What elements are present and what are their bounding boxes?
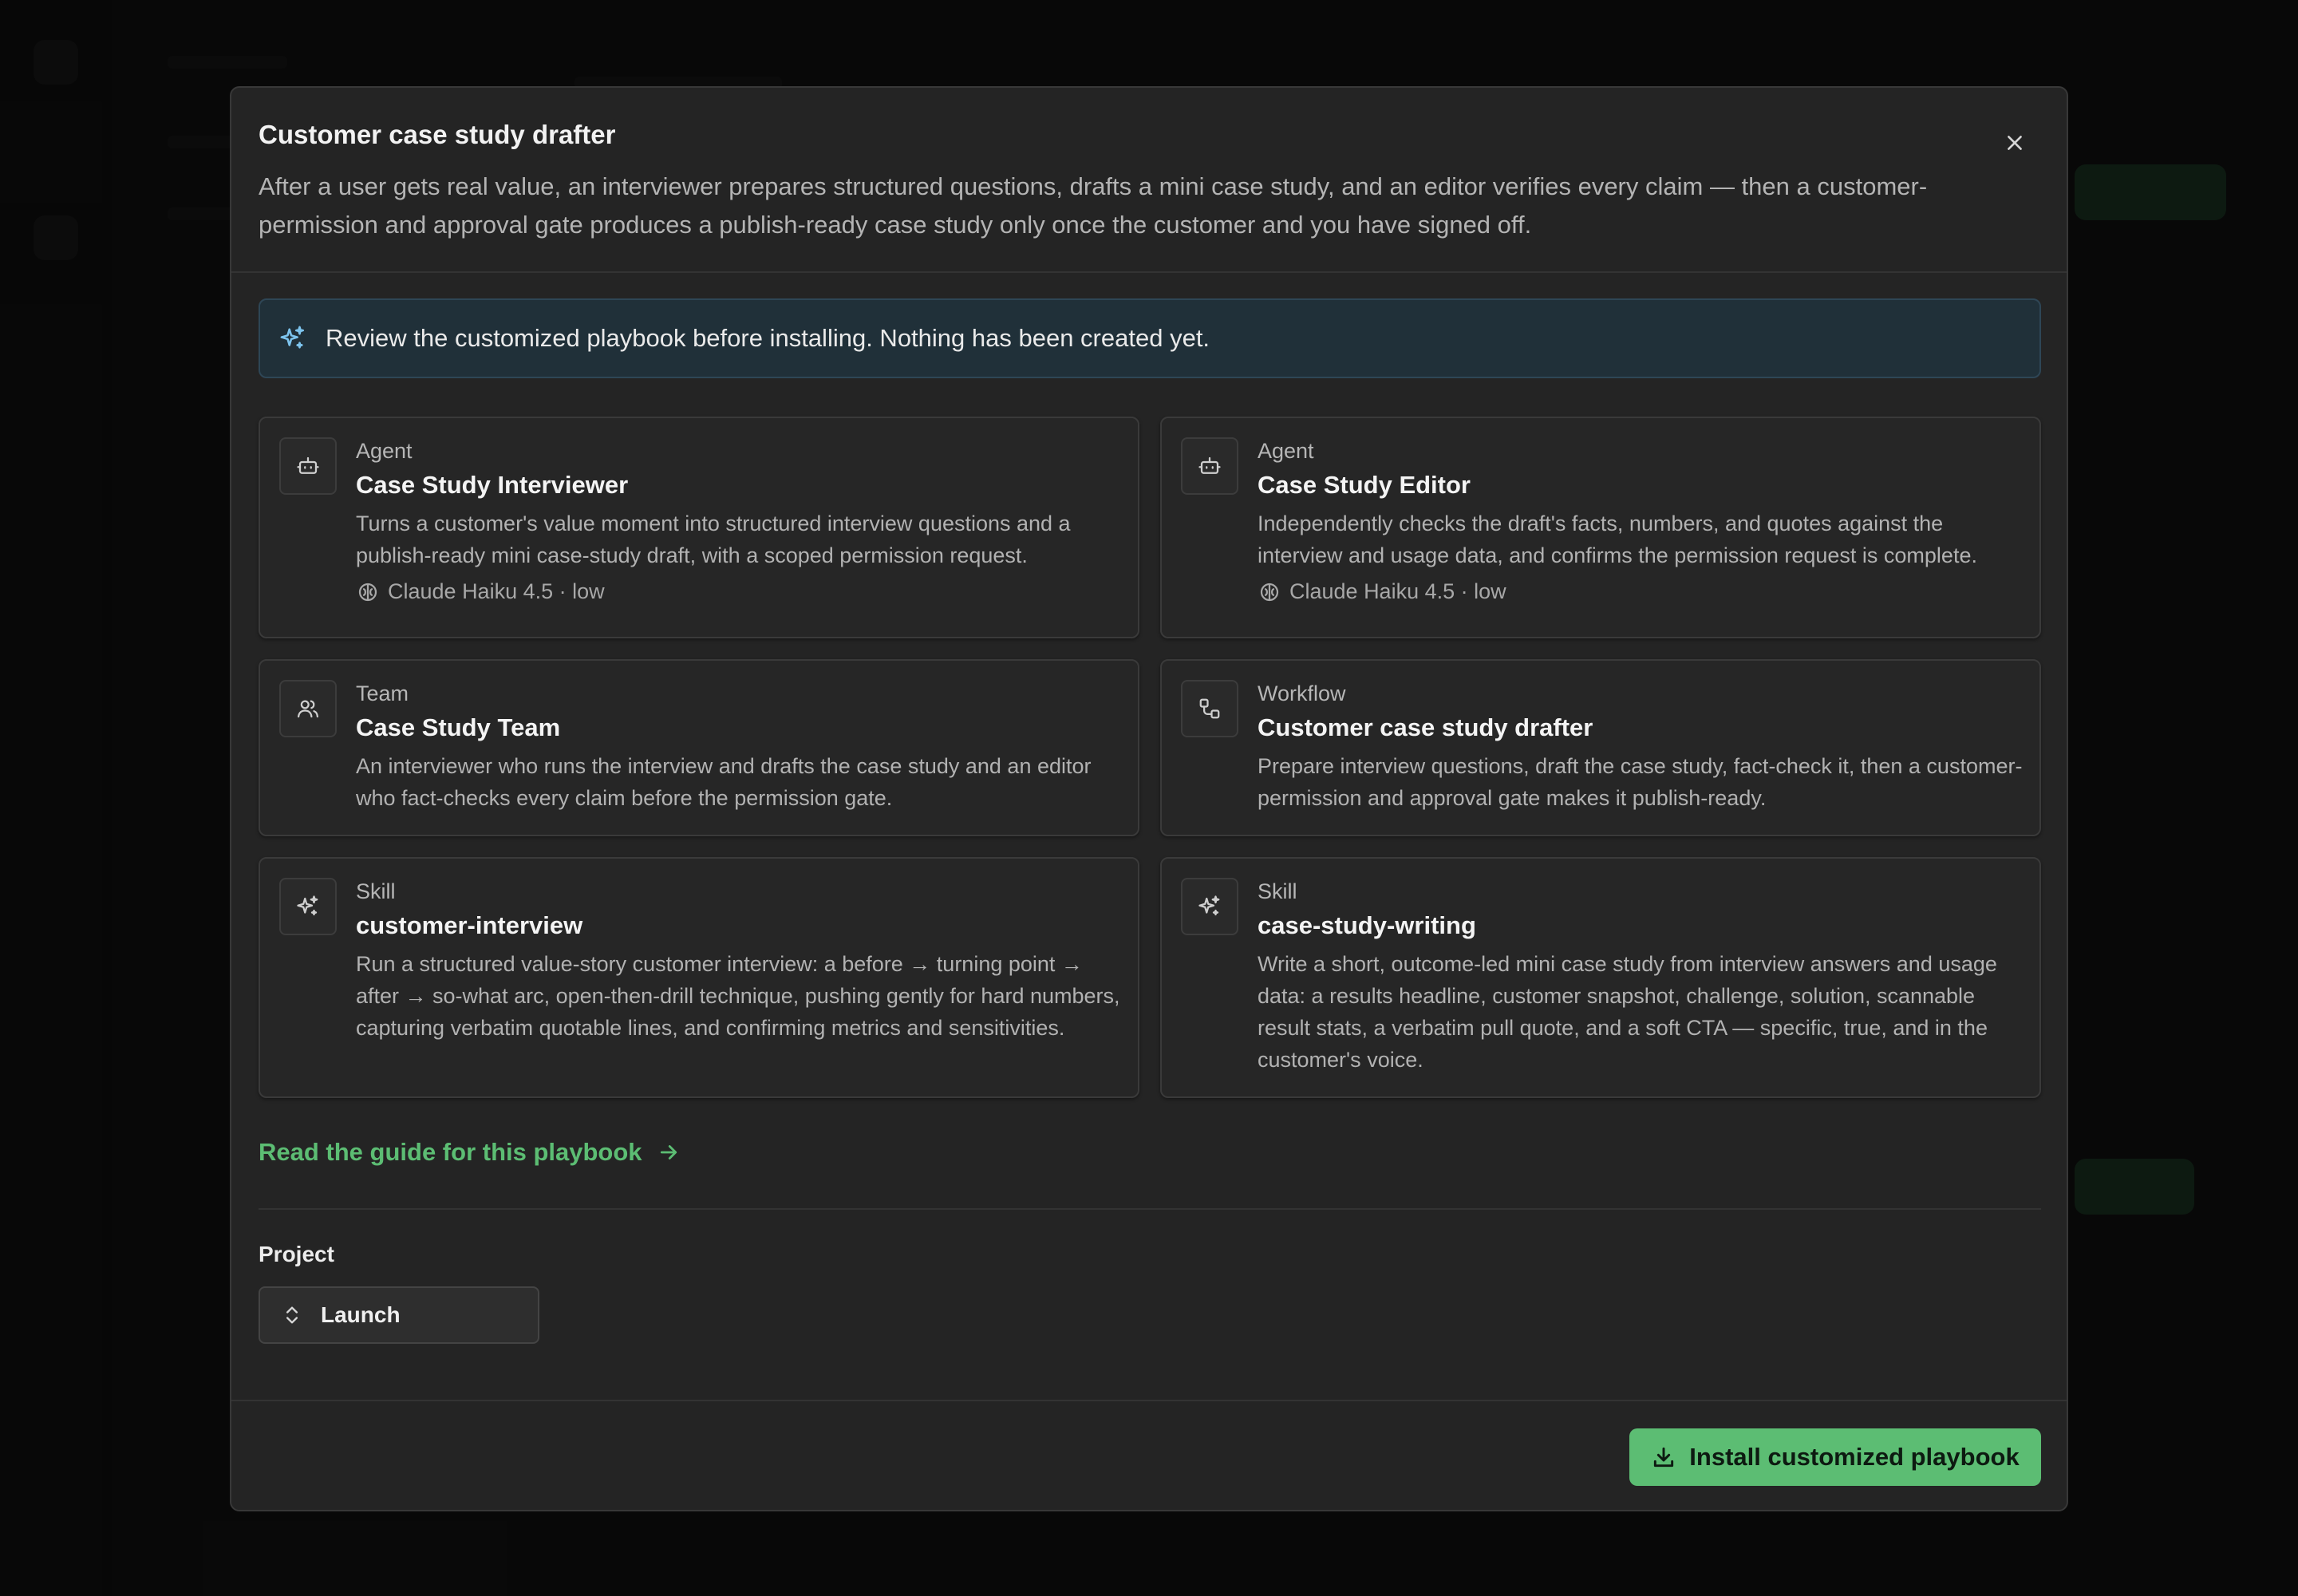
brain-icon: [356, 580, 380, 604]
card-kind: Team: [356, 681, 409, 705]
card-description: Independently checks the draft's facts, …: [1258, 512, 1977, 567]
dialog-header: Customer case study drafter After a user…: [231, 88, 2067, 273]
notice-text: Review the customized playbook before in…: [326, 324, 1210, 352]
section-divider: [259, 1208, 2041, 1210]
card-name: Case Study Team: [356, 713, 561, 741]
team-card-case-study-team[interactable]: Team Case Study Team An interviewer who …: [259, 659, 1139, 836]
card-description: Turns a customer's value moment into str…: [356, 512, 1071, 567]
card-kind: Agent: [1258, 439, 1314, 463]
arrow-right-icon: [657, 1140, 681, 1164]
sparkles-icon: [279, 325, 306, 352]
robot-icon: [279, 437, 337, 495]
card-model: Claude Haiku 4.5 · low: [1258, 579, 1506, 604]
card-kind: Skill: [1258, 879, 1297, 903]
card-description: Prepare interview questions, draft the c…: [1258, 754, 2023, 810]
install-button-label: Install customized playbook: [1689, 1443, 2020, 1471]
card-model: Claude Haiku 4.5 · low: [356, 579, 605, 604]
project-select[interactable]: Launch: [259, 1286, 539, 1344]
close-icon: [2008, 136, 2022, 150]
card-description: Run a structured value-story customer in…: [356, 952, 1120, 1040]
card-kind: Agent: [356, 439, 413, 463]
skill-card-case-study-writing[interactable]: Skill case-study-writing Write a short, …: [1160, 857, 2041, 1098]
card-description: An interviewer who runs the interview an…: [356, 754, 1092, 810]
close-button[interactable]: [1996, 124, 2033, 161]
sparkles-icon: [279, 878, 337, 935]
agent-card-case-study-interviewer[interactable]: Agent Case Study Interviewer Turns a cus…: [259, 417, 1139, 638]
card-name: Case Study Interviewer: [356, 471, 629, 499]
sparkles-icon: [1181, 878, 1238, 935]
chevrons-up-down-icon: [281, 1304, 303, 1326]
agent-card-case-study-editor[interactable]: Agent Case Study Editor Independently ch…: [1160, 417, 2041, 638]
guide-link-label: Read the guide for this playbook: [259, 1138, 642, 1166]
card-name: case-study-writing: [1258, 911, 1476, 939]
card-description: Write a short, outcome-led mini case stu…: [1258, 952, 1997, 1072]
model-label: Claude Haiku 4.5 · low: [388, 579, 605, 603]
footer-divider: [231, 1400, 2067, 1401]
model-label: Claude Haiku 4.5 · low: [1289, 579, 1506, 603]
card-name: Customer case study drafter: [1258, 713, 1593, 741]
install-playbook-dialog: Customer case study drafter After a user…: [230, 86, 2068, 1511]
install-playbook-button[interactable]: Install customized playbook: [1629, 1428, 2041, 1486]
read-guide-link[interactable]: Read the guide for this playbook: [259, 1138, 681, 1167]
robot-icon: [1181, 437, 1238, 495]
card-name: Case Study Editor: [1258, 471, 1471, 499]
project-select-value: Launch: [321, 1302, 401, 1327]
dialog-description: After a user gets real value, an intervi…: [259, 172, 1928, 239]
workflow-icon: [1181, 680, 1238, 737]
card-name: customer-interview: [356, 911, 583, 939]
card-kind: Skill: [356, 879, 396, 903]
skill-card-customer-interview[interactable]: Skill customer-interview Run a structure…: [259, 857, 1139, 1098]
project-label: Project: [259, 1242, 334, 1266]
brain-icon: [1258, 580, 1281, 604]
users-icon: [279, 680, 337, 737]
download-icon: [1651, 1444, 1676, 1470]
dialog-title: Customer case study drafter: [259, 120, 616, 149]
card-kind: Workflow: [1258, 681, 1346, 705]
review-notice: Review the customized playbook before in…: [259, 298, 2041, 378]
workflow-card-customer-case-study-drafter[interactable]: Workflow Customer case study drafter Pre…: [1160, 659, 2041, 836]
